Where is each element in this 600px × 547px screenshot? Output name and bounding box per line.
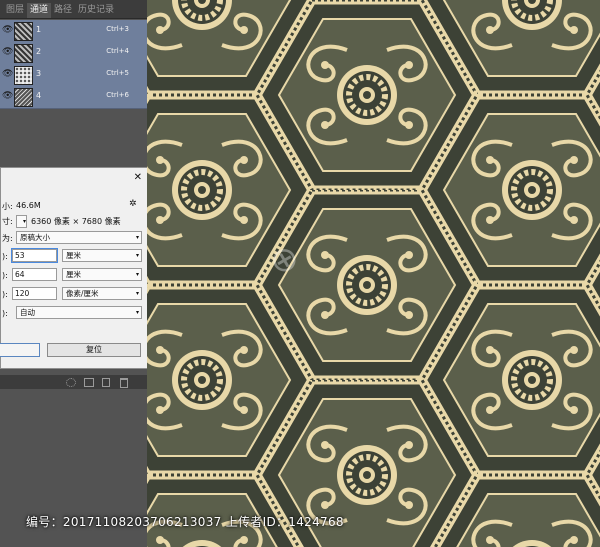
channels-footer-bar	[0, 375, 147, 389]
resample-label: ):	[2, 309, 8, 318]
tab-layers[interactable]: 图层	[3, 3, 27, 18]
height-unit: 厘米	[66, 270, 81, 279]
eye-icon[interactable]: 👁	[2, 47, 13, 57]
channel-row-1[interactable]: 👁 1 Ctrl+3	[0, 20, 147, 43]
eye-icon[interactable]: 👁	[2, 91, 13, 101]
channel-name: 4	[36, 91, 42, 100]
resolution-unit: 像素/厘米	[66, 289, 99, 298]
channel-shortcut: Ctrl+4	[106, 47, 129, 55]
channels-panel: 图层 通道 路径 历史记录 👁 1 Ctrl+3 👁 2 Ctrl+4 👁 3 …	[0, 0, 149, 547]
height-unit-dropdown[interactable]: 厘米 ▾	[62, 268, 142, 281]
resample-dropdown[interactable]: 自动 ▾	[16, 306, 142, 319]
channel-name: 2	[36, 47, 42, 56]
channel-thumbnail	[14, 66, 33, 85]
width-input[interactable]: 53	[11, 248, 58, 263]
dimensions-value: 6360 像素 × 7680 像素	[31, 217, 121, 226]
save-selection-icon[interactable]	[84, 378, 94, 387]
channel-name: 1	[36, 25, 42, 34]
channel-thumbnail	[14, 88, 33, 107]
fit-to-label: 为:	[2, 234, 13, 243]
panel-tab-bar: 图层 通道 路径 历史记录	[0, 0, 147, 19]
width-label: ):	[2, 252, 8, 261]
load-selection-icon[interactable]	[66, 378, 76, 387]
damask-pattern	[147, 0, 600, 547]
ok-button[interactable]	[0, 343, 40, 357]
image-size-label: 小:	[2, 202, 13, 211]
channel-row-3[interactable]: 👁 3 Ctrl+5	[0, 64, 147, 87]
channel-name: 3	[36, 69, 42, 78]
tab-history[interactable]: 历史记录	[75, 3, 117, 18]
image-size-dialog: ✕ 小: 46.6M ✲ 寸: ▾ 6360 像素 × 7680 像素 为: 原…	[0, 167, 149, 369]
close-icon[interactable]: ✕	[134, 172, 142, 183]
channel-shortcut: Ctrl+5	[106, 69, 129, 77]
trash-icon[interactable]	[120, 378, 128, 388]
channel-row-2[interactable]: 👁 2 Ctrl+4	[0, 42, 147, 65]
resolution-input[interactable]: 120	[12, 287, 57, 300]
resolution-label: ):	[2, 290, 8, 299]
watermark-text: 编号：20171108203706213037 上传者ID：1424768	[26, 515, 344, 529]
height-label: ):	[2, 271, 8, 280]
channel-thumbnail	[14, 44, 33, 63]
document-canvas[interactable]	[147, 0, 600, 547]
channel-row-4[interactable]: 👁 4 Ctrl+6	[0, 86, 147, 109]
resolution-unit-dropdown[interactable]: 像素/厘米 ▾	[62, 287, 142, 300]
resample-value: 自动	[20, 308, 35, 317]
eye-icon[interactable]: 👁	[2, 25, 13, 35]
channel-shortcut: Ctrl+6	[106, 91, 129, 99]
gear-icon[interactable]: ✲	[129, 199, 137, 209]
width-unit: 厘米	[66, 251, 81, 260]
reset-button[interactable]: 复位	[47, 343, 141, 357]
dimensions-unit-dropdown[interactable]: ▾	[16, 215, 27, 228]
image-size-value: 46.6M	[16, 201, 41, 210]
channel-thumbnail	[14, 22, 33, 41]
width-unit-dropdown[interactable]: 厘米 ▾	[62, 249, 142, 262]
tab-channels[interactable]: 通道	[27, 3, 52, 18]
height-input[interactable]: 64	[12, 268, 57, 281]
eye-icon[interactable]: 👁	[2, 69, 13, 79]
new-channel-icon[interactable]	[102, 378, 110, 387]
fit-to-dropdown[interactable]: 原稿大小 ▾	[16, 231, 142, 244]
tab-paths[interactable]: 路径	[51, 3, 75, 18]
fit-to-value: 原稿大小	[20, 233, 50, 242]
dimensions-label: 寸:	[2, 217, 13, 226]
channel-shortcut: Ctrl+3	[106, 25, 129, 33]
